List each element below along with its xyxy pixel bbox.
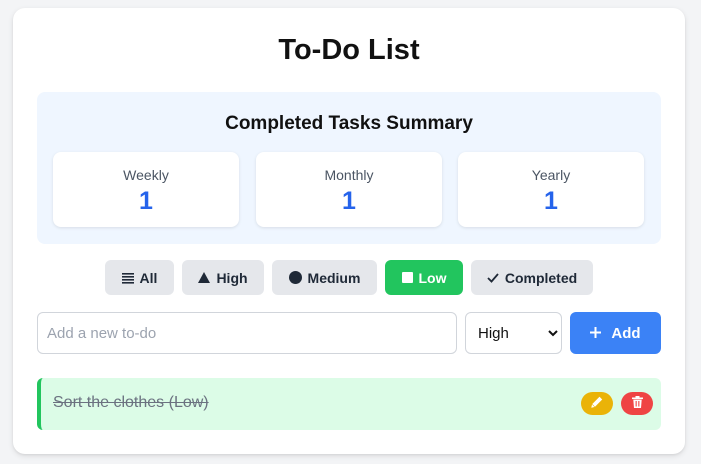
- stat-label: Monthly: [324, 167, 374, 183]
- stat-card-monthly: Monthly 1: [256, 152, 442, 227]
- stat-value: 1: [139, 187, 153, 215]
- add-label: Add: [611, 324, 641, 342]
- page-title: To-Do List: [278, 34, 420, 66]
- add-todo-button[interactable]: Add: [570, 312, 661, 354]
- filter-label: High: [216, 269, 248, 286]
- new-todo-input[interactable]: [37, 312, 457, 354]
- delete-button[interactable]: [621, 392, 653, 415]
- filter-label: Low: [418, 269, 447, 286]
- filter-all-button[interactable]: All: [105, 260, 174, 295]
- filter-label: All: [139, 269, 158, 286]
- summary-title: Completed Tasks Summary: [225, 113, 473, 134]
- stat-card-yearly: Yearly 1: [458, 152, 644, 227]
- circle-icon: [288, 271, 302, 284]
- todo-card: To-Do List Completed Tasks Summary Weekl…: [13, 8, 685, 454]
- todo-text[interactable]: Sort the clothes (Low): [53, 394, 209, 412]
- filter-high-button[interactable]: High: [182, 260, 264, 295]
- stat-value: 1: [342, 187, 356, 215]
- filter-label: Completed: [504, 269, 578, 286]
- priority-select[interactable]: High: [465, 312, 562, 354]
- filter-low-button[interactable]: Low: [385, 260, 463, 295]
- square-icon: [401, 272, 413, 283]
- list-icon: [121, 272, 134, 284]
- filter-medium-button[interactable]: Medium: [272, 260, 377, 295]
- edit-button[interactable]: [581, 392, 613, 415]
- stat-card-weekly: Weekly 1: [53, 152, 239, 227]
- trash-icon: [631, 395, 643, 413]
- plus-icon: [590, 325, 602, 342]
- filter-bar: All High Medium Low Completed: [13, 260, 685, 296]
- stat-label: Yearly: [531, 167, 571, 183]
- pencil-icon: [591, 395, 603, 413]
- check-icon: [487, 272, 499, 283]
- filter-completed-button[interactable]: Completed: [471, 260, 593, 295]
- completed-summary-panel: Completed Tasks Summary Weekly 1 Monthly…: [37, 92, 661, 244]
- stat-value: 1: [544, 187, 558, 215]
- triangle-icon: [198, 272, 211, 283]
- todo-item: Sort the clothes (Low): [37, 378, 661, 430]
- filter-label: Medium: [307, 269, 361, 286]
- stat-label: Weekly: [123, 167, 169, 183]
